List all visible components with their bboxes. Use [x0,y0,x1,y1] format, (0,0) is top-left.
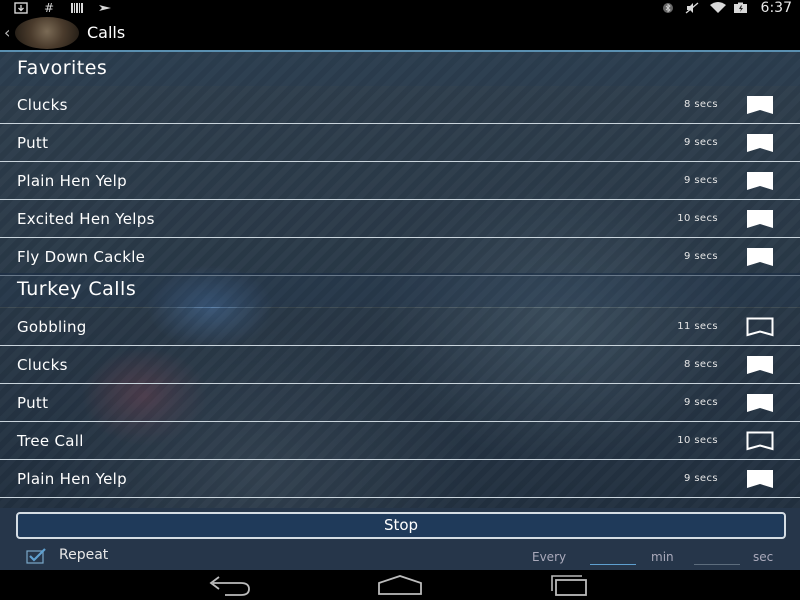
list-item[interactable]: Tree Call 10 secs [0,422,800,460]
bookmark-filled-icon[interactable] [746,355,774,375]
bluetooth-icon [661,2,675,14]
seconds-input[interactable] [694,548,740,565]
call-duration: 10 secs [677,435,718,446]
bookmark-filled-icon[interactable] [746,393,774,413]
status-clock: 6:37 [760,0,792,16]
list-item[interactable]: Gobbling 11 secs [0,308,800,346]
call-name: Plain Hen Yelp [17,470,127,488]
download-icon [14,2,28,14]
back-icon[interactable] [205,574,253,596]
call-duration: 10 secs [677,213,718,224]
list-item[interactable]: Excited Hen Yelps 10 secs [0,200,800,238]
list-item[interactable]: Clucks 8 secs [0,346,800,384]
system-nav-bar [0,570,800,600]
section-header-favorites: Favorites [0,52,800,86]
call-name: Tree Call [17,432,84,450]
hash-icon: # [43,1,55,15]
section-header-turkey-calls: Turkey Calls [0,273,800,307]
repeat-label: Repeat [59,547,109,563]
bookmark-filled-icon[interactable] [746,95,774,115]
list-item[interactable]: Fly Down Cackle 9 secs [0,238,800,276]
call-duration: 8 secs [683,99,718,110]
wifi-icon [709,2,726,14]
bookmark-filled-icon[interactable] [746,133,774,153]
call-duration: 9 secs [683,473,718,484]
battery-icon [733,2,747,14]
up-navigation-chevron-icon[interactable]: ‹ [4,23,10,42]
bookmark-filled-icon[interactable] [746,469,774,489]
minutes-input[interactable] [590,548,636,565]
list-item[interactable]: Plain Hen Yelp 9 secs [0,460,800,498]
app-icon[interactable] [15,17,79,49]
list-item[interactable]: Putt 9 secs [0,124,800,162]
call-duration: 9 secs [683,175,718,186]
call-name: Fly Down Cackle [17,248,146,266]
barcode-icon [70,2,84,14]
bookmark-filled-icon[interactable] [746,209,774,229]
recents-icon[interactable] [546,574,594,596]
action-bar: ‹ Calls [0,16,800,52]
list-item[interactable]: Plain Hen Yelp 9 secs [0,162,800,200]
call-name: Putt [17,134,49,152]
airplane-icon [98,2,112,14]
page-title: Calls [87,23,126,42]
bookmark-outline-icon[interactable] [746,317,774,337]
repeat-checkbox[interactable] [26,548,46,564]
calls-list[interactable]: Favorites Clucks 8 secs Putt 9 secs Plai… [0,52,800,508]
every-label: Every [532,550,567,564]
section-title: Favorites [17,57,108,79]
playback-controls: Stop Repeat Every min sec [0,508,800,570]
list-item[interactable]: Clucks 8 secs [0,86,800,124]
list-item[interactable] [0,498,800,508]
home-icon[interactable] [376,574,424,596]
call-duration: 11 secs [677,321,718,332]
call-name: Plain Hen Yelp [17,172,127,190]
section-title: Turkey Calls [17,278,137,300]
bookmark-outline-icon[interactable] [746,431,774,451]
call-name: Clucks [17,96,68,114]
call-duration: 9 secs [683,251,718,262]
call-name: Excited Hen Yelps [17,210,155,228]
list-item[interactable]: Putt 9 secs [0,384,800,422]
bookmark-filled-icon[interactable] [746,171,774,191]
call-name: Putt [17,394,49,412]
status-bar: # 6:37 [0,0,800,16]
bookmark-filled-icon[interactable] [746,247,774,267]
call-duration: 8 secs [683,359,718,370]
stop-button[interactable]: Stop [16,512,786,539]
seconds-label: sec [753,550,774,564]
call-name: Gobbling [17,318,87,336]
call-name: Clucks [17,356,68,374]
mute-icon [685,2,699,14]
call-duration: 9 secs [683,397,718,408]
call-duration: 9 secs [683,137,718,148]
minutes-label: min [651,550,674,564]
